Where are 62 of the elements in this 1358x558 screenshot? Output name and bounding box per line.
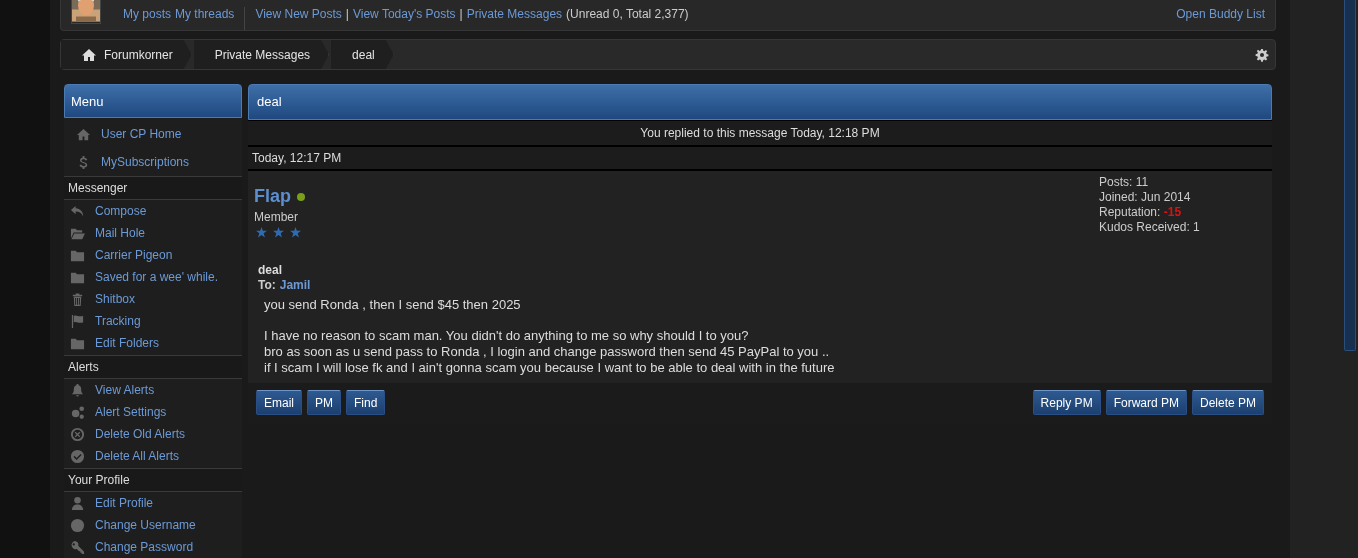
recipient-label: To: bbox=[258, 278, 276, 292]
menu-title: Menu bbox=[64, 84, 242, 118]
action-button[interactable]: Delete PM bbox=[1191, 390, 1264, 415]
action-button[interactable]: Reply PM bbox=[1032, 390, 1101, 415]
info-text: (Unread 0, Total 2,377) bbox=[566, 7, 689, 21]
nav-link[interactable]: Private Messages bbox=[466, 7, 563, 21]
action-button[interactable]: Email bbox=[256, 390, 302, 415]
sidebar-link[interactable]: Tracking bbox=[95, 314, 141, 328]
key-icon bbox=[70, 539, 85, 555]
separator-text: | bbox=[459, 7, 463, 21]
profile-link[interactable]: My posts bbox=[123, 7, 171, 21]
recipient-link[interactable]: Jamil bbox=[279, 278, 311, 292]
message-subject: deal bbox=[258, 263, 283, 278]
sidebar-link[interactable]: User CP Home bbox=[101, 127, 182, 141]
sidebar-link[interactable]: Alert Settings bbox=[95, 405, 167, 419]
author-stat: Joined: Jun 2014 bbox=[1099, 190, 1192, 205]
user-rank: Member bbox=[254, 210, 298, 224]
sidebar-section-heading: Your Profile bbox=[64, 469, 242, 492]
message-text: if I scam I will lose fk and I ain't gonna scam you because I want to be able to deal with in the future bbox=[264, 360, 836, 376]
buddy-list-link[interactable]: Open Buddy List bbox=[1176, 7, 1265, 22]
home-icon bbox=[81, 46, 97, 63]
sidebar-link[interactable]: Change Password bbox=[95, 540, 194, 554]
reply-notice: You replied to this message Today, 12:18 PM bbox=[248, 120, 1272, 147]
trash-can-icon bbox=[70, 291, 85, 307]
sidebar-link[interactable]: Delete Old Alerts bbox=[95, 427, 186, 441]
bell-icon bbox=[70, 382, 85, 398]
sidebar-section-heading: Alerts bbox=[64, 356, 242, 379]
message-text: I have no reason to scam man. You didn't do anything to me so why should I to you? bbox=[264, 328, 750, 344]
sidebar-link[interactable]: View Alerts bbox=[95, 383, 155, 397]
sidebar-link[interactable]: Edit Folders bbox=[95, 336, 160, 350]
message-text: bro as soon as u send pass to Ronda , I login and change password then send 45 PayPal to you .. bbox=[264, 344, 831, 360]
nav-link[interactable]: View New Posts bbox=[255, 7, 342, 21]
circle-icon bbox=[70, 517, 85, 533]
nav-link[interactable]: View Today's Posts bbox=[353, 7, 456, 21]
separator-text: | bbox=[345, 7, 349, 21]
sidebar-link[interactable]: Edit Profile bbox=[95, 496, 154, 510]
author-stat: Reputation: -15 bbox=[1099, 205, 1183, 220]
breadcrumb-link[interactable]: Forumkorner bbox=[61, 40, 192, 69]
sidebar-section-heading: Messenger bbox=[64, 177, 242, 200]
breadcrumb-link[interactable]: Private Messages bbox=[193, 40, 330, 69]
breadcrumb-link[interactable]: deal bbox=[331, 40, 394, 69]
sidebar-link[interactable]: Carrier Pigeon bbox=[95, 248, 173, 262]
message-title: deal bbox=[248, 84, 1272, 120]
author-stat: Posts: 11 bbox=[1099, 175, 1150, 190]
sidebar-link[interactable]: Saved for a wee' while. bbox=[95, 270, 219, 284]
sidebar-link[interactable]: MySubscriptions bbox=[101, 155, 190, 169]
sidebar-link[interactable]: Change Username bbox=[95, 518, 196, 532]
person-icon bbox=[70, 495, 85, 511]
flag-icon bbox=[70, 313, 85, 329]
sidebar-link[interactable]: Shitbox bbox=[95, 292, 136, 306]
sidebar-link[interactable]: Mail Hole bbox=[95, 226, 145, 240]
sidebar-link[interactable]: Delete All Alerts bbox=[95, 449, 180, 463]
author-stat: Kudos Received: 1 bbox=[1099, 220, 1201, 235]
settings-icon[interactable] bbox=[1255, 47, 1269, 62]
home-icon bbox=[76, 126, 91, 142]
action-button[interactable]: PM bbox=[307, 390, 341, 415]
sidebar-link[interactable]: Compose bbox=[95, 204, 147, 218]
action-button[interactable]: Find bbox=[346, 390, 386, 415]
author-name[interactable]: Flap bbox=[254, 186, 291, 207]
profile-link[interactable]: My threads bbox=[175, 7, 235, 21]
message-text: you send Ronda , then I send $45 then 2025 bbox=[264, 297, 522, 313]
action-button[interactable]: Forward PM bbox=[1105, 390, 1187, 415]
